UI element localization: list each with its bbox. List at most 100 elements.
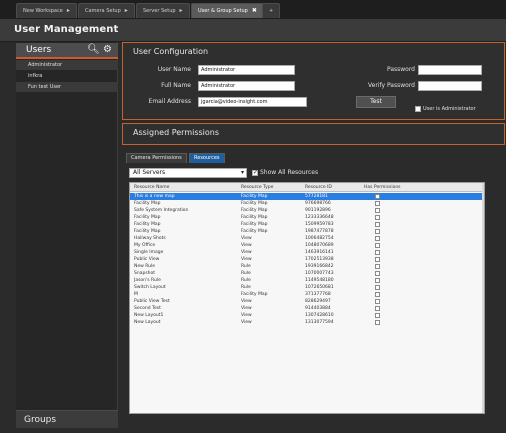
has-permissions-checkbox[interactable] [375, 257, 380, 262]
table-row[interactable]: New Rule Rule 1939166842 [130, 263, 484, 270]
cell-resource-name: New Layout [134, 320, 161, 325]
search-icon[interactable]: 🔍︎ [87, 44, 100, 55]
cell-resource-name: Public View [134, 257, 160, 262]
tab-camera-permissions[interactable]: Camera Permissions [126, 153, 187, 163]
table-row[interactable]: Snapshot Rule 1070007743 [130, 270, 484, 277]
has-permissions-checkbox[interactable] [375, 271, 380, 276]
sidebar-item-administrator[interactable]: Administrator [16, 60, 118, 70]
column-header-resource-name[interactable]: Resource Name [134, 183, 169, 192]
show-all-resources-label: Show All Resources [260, 169, 319, 176]
column-header-resource-id[interactable]: Resource ID [305, 183, 332, 192]
sidebar-footer-groups[interactable]: Groups [16, 410, 118, 428]
table-row[interactable]: My Office View 1048070689 [130, 242, 484, 249]
cell-resource-type: View [241, 250, 252, 255]
has-permissions-checkbox[interactable] [375, 278, 380, 283]
test-button[interactable]: Test [356, 96, 396, 108]
cell-resource-name: Facility Map [134, 222, 161, 227]
cell-resource-id: 1072650681 [305, 285, 334, 290]
verify-password-field[interactable] [418, 81, 482, 91]
has-permissions-checkbox[interactable] [375, 292, 380, 297]
has-permissions-checkbox[interactable] [375, 236, 380, 241]
show-all-resources-checkbox[interactable] [252, 169, 258, 176]
table-scrollbar[interactable] [482, 183, 484, 413]
add-tab-button[interactable]: + [262, 3, 281, 18]
tab-new-workspace[interactable]: New Workspace ▸ [16, 3, 77, 18]
has-permissions-checkbox[interactable] [375, 201, 380, 206]
table-row[interactable]: Facility Map Facility Map 976698766 [130, 200, 484, 207]
email-label: Email Address [148, 98, 191, 105]
cell-resource-type: Rule [241, 271, 251, 276]
tab-resources[interactable]: Resources [189, 153, 225, 163]
window-titlebar: User Management [0, 20, 506, 42]
cell-resource-id: 371377768 [305, 292, 331, 297]
table-row[interactable]: Hallway Shots View 1006482754 [130, 235, 484, 242]
table-row[interactable]: Facility Map Facility Map 1233336648 [130, 214, 484, 221]
tab-arrow-icon[interactable]: ▸ [67, 7, 70, 14]
is-administrator-label: User is Administrator [423, 106, 476, 112]
table-row[interactable]: New Layout View 1313077594 [130, 319, 484, 326]
password-field[interactable] [418, 65, 482, 75]
server-select[interactable]: All Servers ▾ [129, 168, 247, 178]
has-permissions-checkbox[interactable] [375, 222, 380, 227]
gear-icon[interactable]: ⚙ [103, 44, 112, 55]
table-row[interactable]: Second Test View 914403884 [130, 305, 484, 312]
table-row[interactable]: Single Image View 1463916141 [130, 249, 484, 256]
has-permissions-checkbox[interactable] [375, 194, 380, 199]
table-row[interactable]: Facility Map Facility Map 1987477878 [130, 228, 484, 235]
has-permissions-checkbox[interactable] [375, 243, 380, 248]
cell-resource-id: 1939166842 [305, 264, 334, 269]
cell-resource-type: Facility Map [241, 215, 268, 220]
table-row[interactable]: Safe System Integration Facility Map 90119… [130, 207, 484, 214]
user-configuration-panel: User Configuration User Name Administrat… [122, 42, 505, 120]
cell-resource-type: Facility Map [241, 229, 268, 234]
cell-resource-type: View [241, 306, 252, 311]
tab-user-group-setup[interactable]: User & Group Setup ✖ [191, 3, 264, 18]
cell-resource-id: 1149548180 [305, 278, 334, 283]
has-permissions-checkbox[interactable] [375, 250, 380, 255]
table-row[interactable]: M Facility Map 371377768 [130, 291, 484, 298]
has-permissions-checkbox[interactable] [375, 208, 380, 213]
plus-icon: + [269, 8, 274, 14]
has-permissions-checkbox[interactable] [375, 313, 380, 318]
tab-arrow-icon[interactable]: ▸ [125, 7, 128, 14]
table-row[interactable]: Public View Test View 828629497 [130, 298, 484, 305]
column-header-has-permissions[interactable]: Has Permissions [364, 183, 401, 192]
has-permissions-checkbox[interactable] [375, 285, 380, 290]
table-row[interactable]: Jason's Rule Rule 1149548180 [130, 277, 484, 284]
cell-resource-id: 976698766 [305, 201, 331, 206]
has-permissions-checkbox[interactable] [375, 229, 380, 234]
table-row[interactable]: Switch Layout Rule 1072650681 [130, 284, 484, 291]
tab-label: Server Setup [143, 8, 176, 14]
tab-label: User & Group Setup [198, 8, 248, 14]
sidebar-item-infkra[interactable]: infkra [16, 71, 118, 81]
cell-resource-id: 1006482754 [305, 236, 334, 241]
tab-camera-setup[interactable]: Camera Setup ▸ [78, 3, 135, 18]
has-permissions-checkbox[interactable] [375, 299, 380, 304]
cell-resource-name: Switch Layout [134, 285, 166, 290]
cell-resource-name: Facility Map [134, 215, 161, 220]
has-permissions-checkbox[interactable] [375, 264, 380, 269]
has-permissions-checkbox[interactable] [375, 306, 380, 311]
table-row[interactable]: Facility Map Facility Map 1509959783 [130, 221, 484, 228]
sidebar-item-label: Fun test User [28, 84, 62, 90]
tab-server-setup[interactable]: Server Setup ▸ [136, 3, 190, 18]
column-header-resource-type[interactable]: Resource Type [241, 183, 273, 192]
table-row[interactable]: Public View View 1702513938 [130, 256, 484, 263]
close-icon[interactable]: ✖ [252, 7, 257, 14]
sidebar-item-label: Administrator [28, 62, 63, 68]
table-row[interactable]: This is a new map Facility Map 57728181 [130, 193, 484, 200]
tab-label: Camera Setup [85, 8, 121, 14]
tab-arrow-icon[interactable]: ▸ [180, 7, 183, 14]
sidebar-header-users[interactable]: Users 🔍︎ ⚙ [16, 43, 118, 59]
full-name-field[interactable]: Administrator [198, 81, 295, 91]
cell-resource-type: View [241, 257, 252, 262]
sidebar-item-fun-test-user[interactable]: Fun test User [16, 82, 118, 92]
has-permissions-checkbox[interactable] [375, 320, 380, 325]
table-row[interactable]: New Layout1 View 1307428610 [130, 312, 484, 319]
email-field[interactable]: jgarcia@video-insight.com [198, 97, 307, 107]
cell-resource-name: This is a new map [134, 194, 175, 199]
cell-resource-id: 1702513938 [305, 257, 334, 262]
user-name-field[interactable]: Administrator [198, 65, 295, 75]
has-permissions-checkbox[interactable] [375, 215, 380, 220]
is-administrator-checkbox[interactable] [415, 106, 421, 112]
